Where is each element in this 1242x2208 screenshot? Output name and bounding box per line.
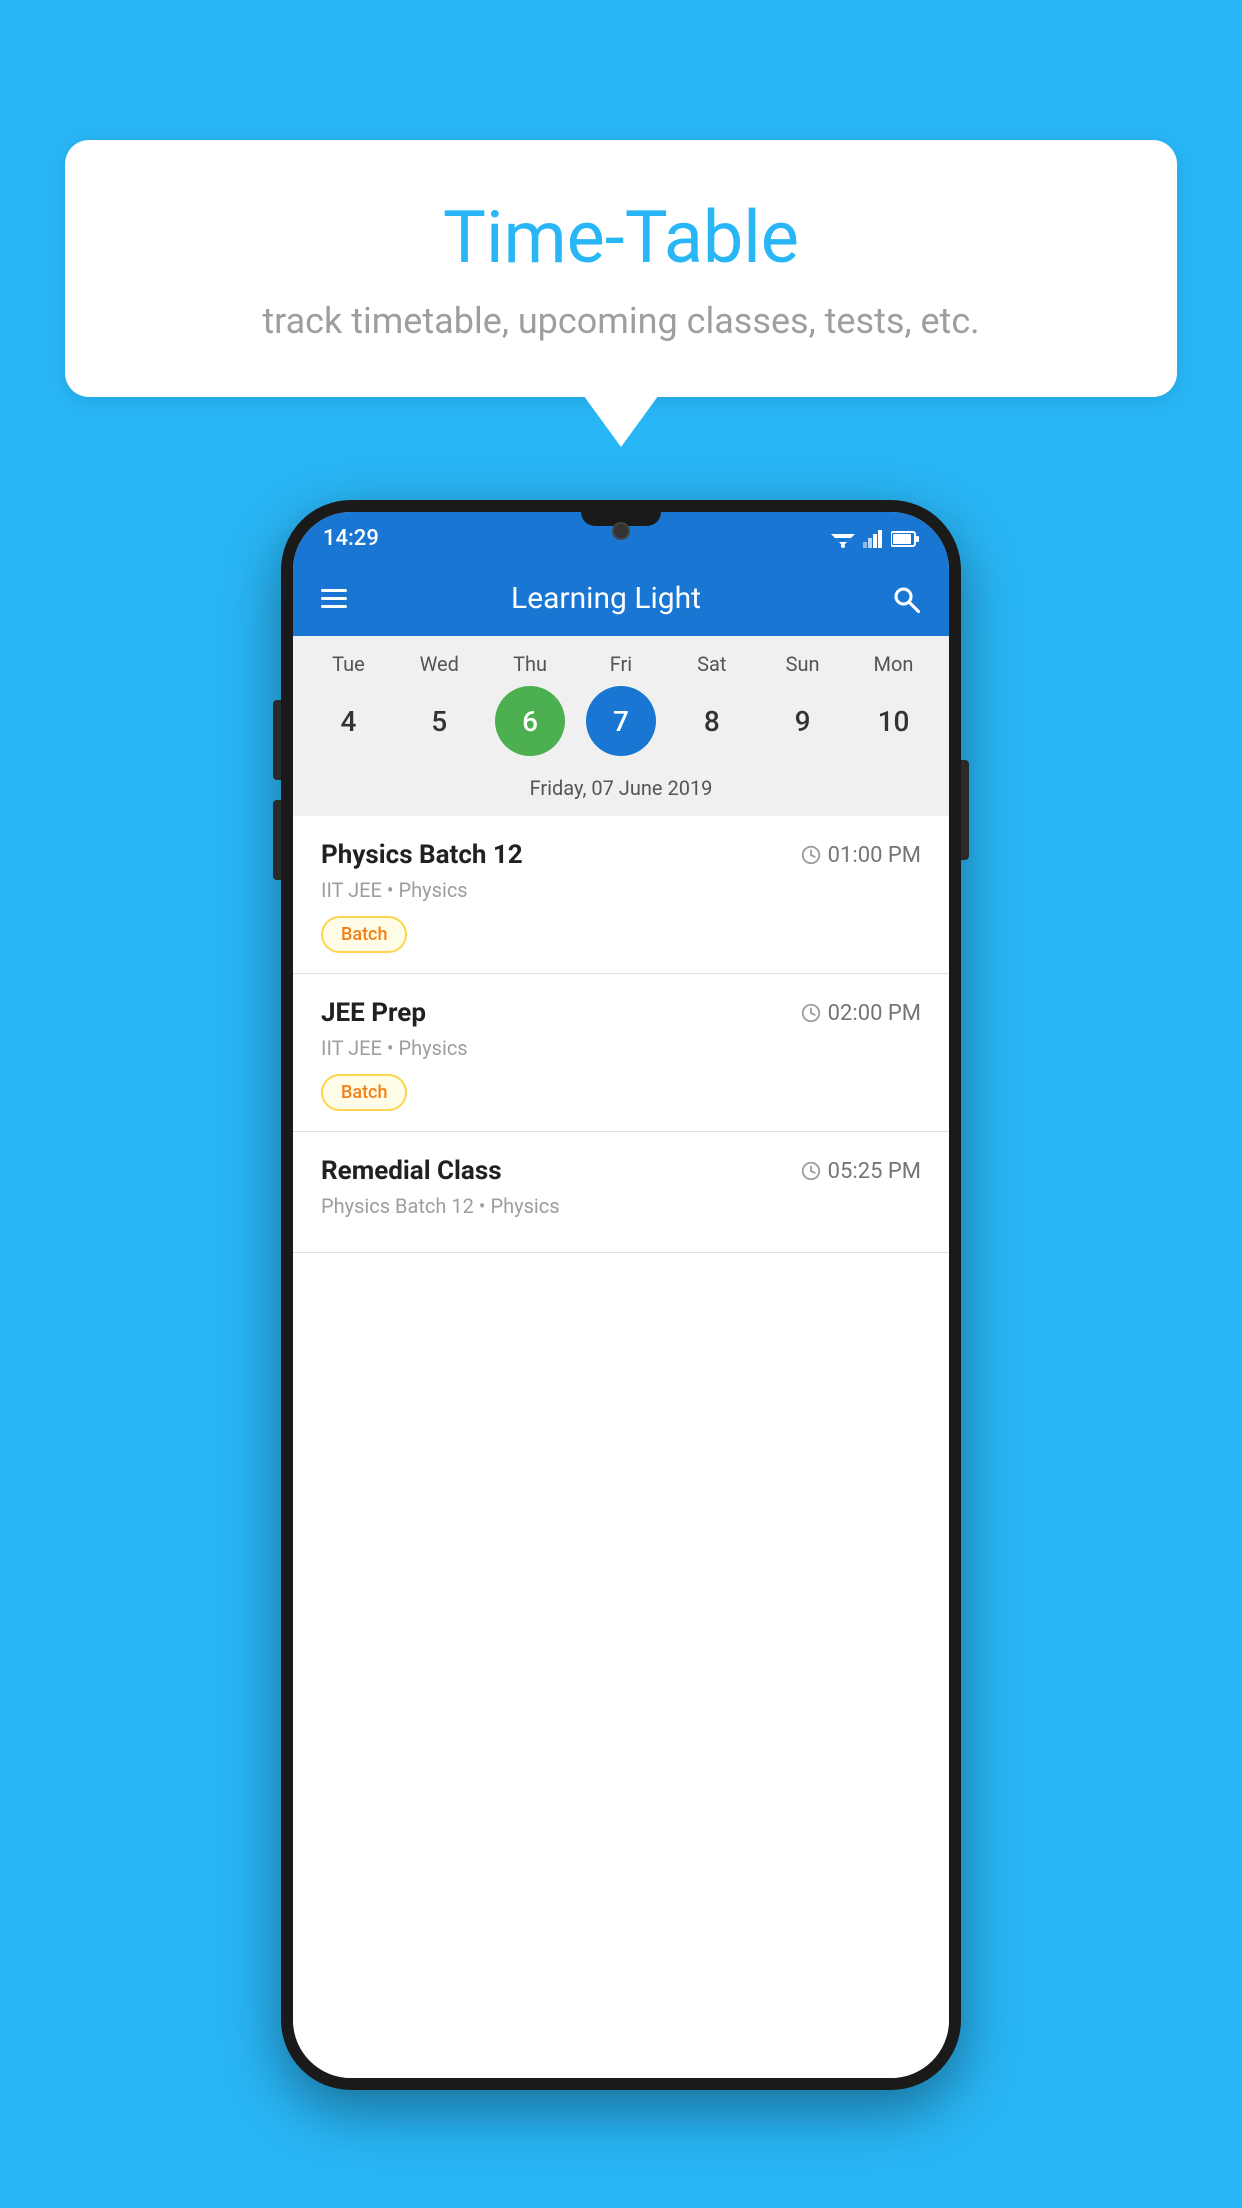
- phone-wrapper: 14:29: [65, 500, 1177, 2090]
- day-headers: Tue Wed Thu Fri Sat Sun Mon: [293, 652, 949, 676]
- speech-bubble: Time-Table track timetable, upcoming cla…: [65, 140, 1177, 397]
- day-header-tue: Tue: [313, 652, 383, 676]
- schedule-subtitle-0: IIT JEE • Physics: [321, 878, 921, 902]
- phone-btn-volume-up: [273, 700, 281, 780]
- search-button[interactable]: [891, 584, 921, 614]
- clock-icon-0: [800, 844, 822, 866]
- clock-icon-1: [800, 1002, 822, 1024]
- app-bar: Learning Light: [293, 561, 949, 636]
- day-9[interactable]: 9: [768, 686, 838, 756]
- phone-btn-volume-down: [273, 800, 281, 880]
- phone-camera: [612, 522, 630, 540]
- schedule-subtitle-1: IIT JEE • Physics: [321, 1036, 921, 1060]
- schedule-time-0: 01:00 PM: [800, 843, 921, 868]
- day-4[interactable]: 4: [313, 686, 383, 756]
- app-title: Learning Light: [321, 581, 891, 616]
- calendar-strip: Tue Wed Thu Fri Sat Sun Mon 456789 10 Friday, 0…: [293, 636, 949, 816]
- day-8[interactable]: 8: [677, 686, 747, 756]
- phone-btn-power: [961, 760, 969, 860]
- schedule-item-header-0: Physics Batch 12 01:00 PM: [321, 840, 921, 870]
- phone-mockup: 14:29: [281, 500, 961, 2090]
- status-icons: [831, 530, 919, 548]
- bubble-subtitle: track timetable, upcoming classes, tests…: [125, 300, 1117, 342]
- battery-icon: [891, 531, 919, 547]
- day-5[interactable]: 5: [404, 686, 474, 756]
- speech-bubble-container: Time-Table track timetable, upcoming cla…: [65, 140, 1177, 397]
- day-header-thu: Thu: [495, 652, 565, 676]
- clock-icon-2: [800, 1160, 822, 1182]
- selected-date: Friday, 07 June 2019: [293, 770, 949, 816]
- batch-badge-1: Batch: [321, 1074, 407, 1111]
- wifi-icon: [831, 530, 855, 548]
- day-6[interactable]: 6: [495, 686, 565, 756]
- schedule-title-2: Remedial Class: [321, 1156, 502, 1186]
- schedule-item-header-2: Remedial Class 05:25 PM: [321, 1156, 921, 1186]
- signal-icon: [863, 530, 883, 548]
- status-time: 14:29: [323, 526, 379, 551]
- day-numbers: 456789 10: [293, 686, 949, 756]
- day-header-sun: Sun: [768, 652, 838, 676]
- schedule-item-1[interactable]: JEE Prep 02:00 PM IIT JEE • Physics Batc…: [293, 974, 949, 1132]
- schedule-time-1: 02:00 PM: [800, 1001, 921, 1026]
- schedule-subtitle-2: Physics Batch 12 • Physics: [321, 1194, 921, 1218]
- day-10[interactable]: 10: [858, 686, 928, 756]
- day-7[interactable]: 7: [586, 686, 656, 756]
- schedule-list[interactable]: Physics Batch 12 01:00 PM IIT JEE • Phys…: [293, 816, 949, 2078]
- schedule-title-1: JEE Prep: [321, 998, 426, 1028]
- batch-badge-0: Batch: [321, 916, 407, 953]
- day-header-fri: Fri: [586, 652, 656, 676]
- schedule-title-0: Physics Batch 12: [321, 840, 523, 870]
- day-header-wed: Wed: [404, 652, 474, 676]
- day-header-mon: Mon: [858, 652, 928, 676]
- phone-screen: 14:29: [293, 512, 949, 2078]
- schedule-item-0[interactable]: Physics Batch 12 01:00 PM IIT JEE • Phys…: [293, 816, 949, 974]
- bubble-title: Time-Table: [125, 195, 1117, 280]
- day-header-sat: Sat: [677, 652, 747, 676]
- schedule-time-2: 05:25 PM: [800, 1159, 921, 1184]
- schedule-item-header-1: JEE Prep 02:00 PM: [321, 998, 921, 1028]
- schedule-item-2[interactable]: Remedial Class 05:25 PM Physics Batch 12…: [293, 1132, 949, 1253]
